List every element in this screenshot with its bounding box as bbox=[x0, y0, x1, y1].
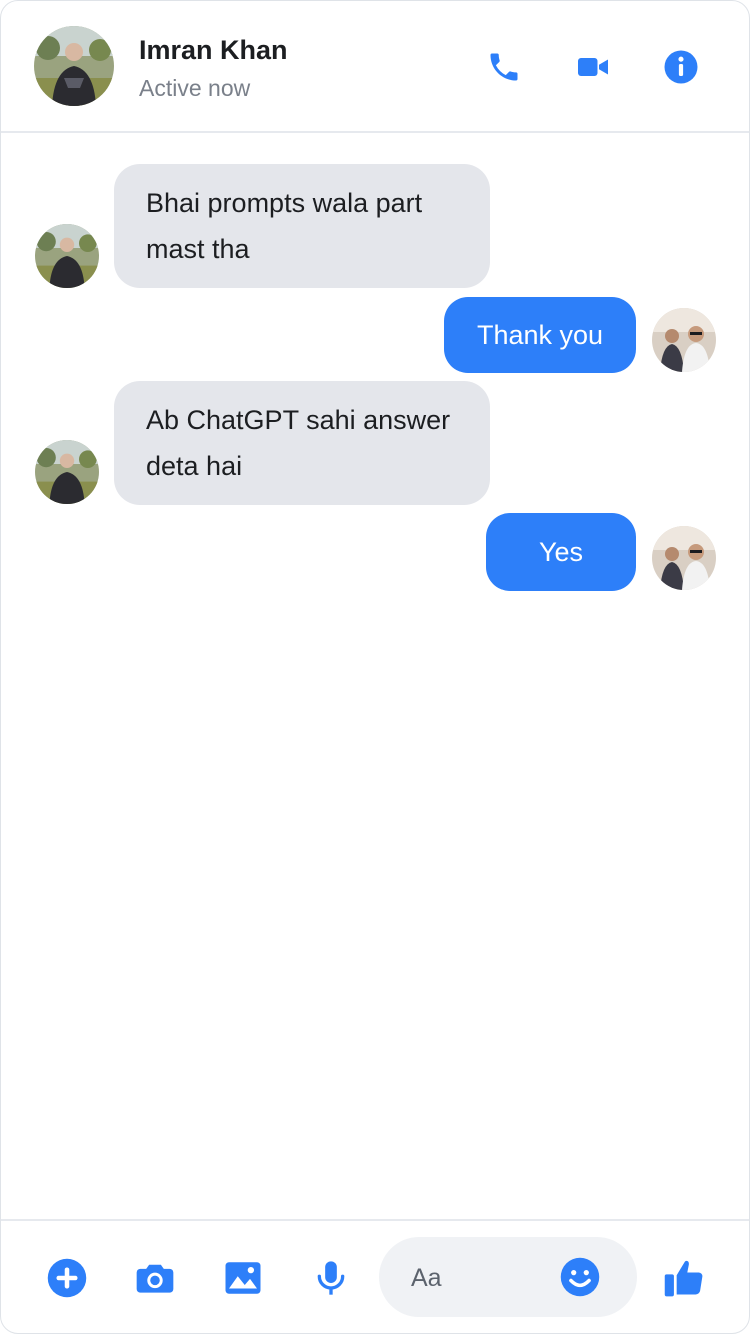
phone-icon[interactable] bbox=[484, 47, 524, 87]
microphone-icon[interactable] bbox=[309, 1256, 353, 1300]
message-line: Ab ChatGPT sahi answer bbox=[146, 405, 451, 435]
outgoing-message[interactable]: Thank you bbox=[444, 297, 636, 373]
message-line: Bhai prompts wala part bbox=[146, 188, 423, 218]
active-status: Active now bbox=[139, 75, 251, 101]
camera-icon[interactable] bbox=[133, 1256, 177, 1300]
user-avatar bbox=[652, 526, 716, 590]
chat-header: Imran Khan Active now bbox=[1, 1, 749, 133]
message-input[interactable] bbox=[409, 1255, 563, 1301]
contact-avatar[interactable] bbox=[34, 26, 114, 106]
user-avatar bbox=[652, 308, 716, 372]
contact-avatar bbox=[35, 224, 99, 288]
outgoing-message[interactable]: Yes Yes bbox=[486, 513, 636, 645]
message-line: deta hai bbox=[146, 451, 243, 481]
image-icon[interactable] bbox=[221, 1256, 265, 1300]
thumbs-up-icon[interactable] bbox=[662, 1256, 706, 1300]
emoji-icon[interactable] bbox=[559, 1256, 601, 1298]
plus-circle-icon[interactable] bbox=[45, 1256, 89, 1300]
video-camera-icon[interactable] bbox=[573, 47, 613, 87]
message-composer[interactable] bbox=[379, 1237, 637, 1317]
contact-name[interactable]: Imran Khan bbox=[139, 35, 288, 66]
message-line: mast tha bbox=[146, 234, 250, 264]
info-icon[interactable] bbox=[661, 47, 701, 87]
chat-window: Imran Khan Active now Bhai prompts wala … bbox=[0, 0, 750, 1334]
incoming-message[interactable]: Bhai prompts wala part mast tha bbox=[114, 164, 490, 288]
incoming-message[interactable]: Ab ChatGPT sahi answer deta hai bbox=[114, 381, 490, 505]
contact-avatar bbox=[35, 440, 99, 504]
